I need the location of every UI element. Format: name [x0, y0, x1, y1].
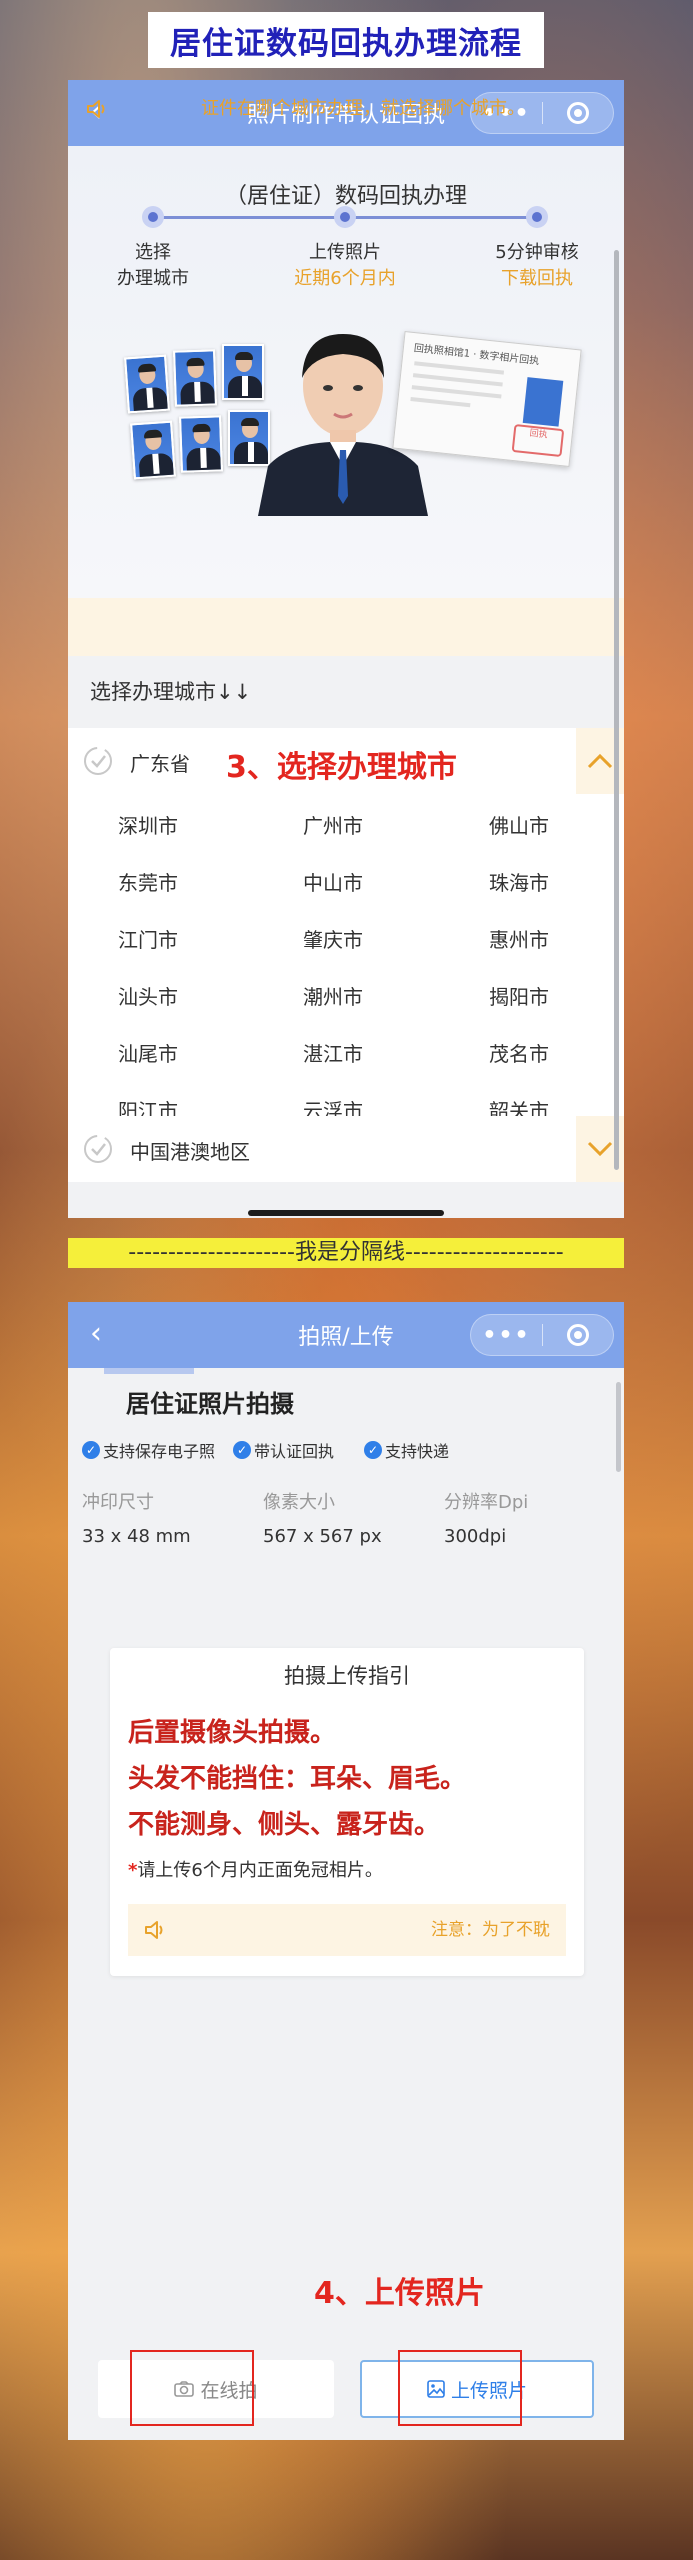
check-icon: ✓ — [233, 1441, 251, 1459]
notice-bar — [68, 598, 624, 656]
city-option[interactable]: 潮州市 — [258, 981, 408, 1010]
guide-note: *请上传6个月内正面免冠相片。 — [128, 1860, 383, 1881]
home-indicator — [248, 1210, 444, 1216]
step-1-sub: 办理城市 — [117, 268, 189, 289]
step-2-sub: 近期6个月内 — [294, 268, 396, 289]
step-dot-3 — [526, 206, 548, 228]
city-option[interactable]: 东莞市 — [73, 867, 223, 896]
city-option[interactable]: 揭阳市 — [444, 981, 594, 1010]
city-option[interactable]: 江门市 — [73, 924, 223, 953]
nav-bar: ‹ 拍照/上传 ••• — [68, 1302, 624, 1368]
check-circle-icon — [84, 1135, 112, 1163]
screen-photo-upload: ‹ 拍照/上传 ••• 居住证照片拍摄 ✓ 支持保存电子照 ✓ 带认证回执 ✓ 支持快… — [68, 1302, 624, 2440]
city-option[interactable]: 湛江市 — [258, 1038, 408, 1067]
city-option[interactable]: 深圳市 — [73, 810, 223, 839]
province-hk-macau[interactable]: 中国港澳地区 — [68, 1116, 624, 1182]
spec-value: 300dpi — [444, 1526, 507, 1547]
close-miniprogram-icon[interactable] — [543, 1324, 613, 1346]
step-1-label: 选择 — [135, 242, 171, 263]
warning-text: 注意：为了不耽 — [431, 1920, 550, 1940]
annotation-step-4: 4、上传照片 — [314, 2276, 485, 2311]
guide-line: 不能测身、侧头、露牙齿。 — [128, 1810, 441, 1840]
guide-title: 拍摄上传指引 — [284, 1664, 410, 1688]
annotation-box — [130, 2350, 254, 2426]
speaker-icon — [87, 100, 105, 118]
city-option[interactable]: 汕头市 — [73, 981, 223, 1010]
scrollbar[interactable] — [616, 1382, 621, 1472]
select-city-label: 选择办理城市↓↓ — [90, 680, 252, 704]
city-option[interactable]: 惠州市 — [444, 924, 594, 953]
back-icon[interactable]: ‹ — [90, 1319, 118, 1351]
upload-guide-panel: 拍摄上传指引 后置摄像头拍摄。 头发不能挡住：耳朵、眉毛。 不能测身、侧头、露牙… — [110, 1648, 584, 1976]
city-option[interactable]: 肇庆市 — [258, 924, 408, 953]
city-option[interactable]: 汕尾市 — [73, 1038, 223, 1067]
check-icon: ✓ — [364, 1441, 382, 1459]
city-option[interactable]: 珠海市 — [444, 867, 594, 896]
province-name: 广东省 — [130, 752, 190, 776]
receipt-card-image: 回执照相馆1 · 数字相片回执 回执 — [392, 331, 582, 467]
city-option[interactable]: 中山市 — [258, 867, 408, 896]
more-icon[interactable]: ••• — [471, 1323, 542, 1348]
step-3-sub: 下载回执 — [501, 268, 573, 289]
warning-bar: 注意：为了不耽 — [128, 1904, 566, 1956]
feature-badge: ✓ 支持保存电子照 — [82, 1438, 215, 1462]
divider: ---------------------我是分隔线--------------… — [68, 1238, 624, 1268]
annotation-box — [398, 2350, 522, 2426]
guide-line: 头发不能挡住：耳朵、眉毛。 — [128, 1764, 467, 1794]
page-title: 居住证数码回执办理流程 — [148, 12, 544, 68]
city-list-bg — [68, 794, 624, 1116]
annotation-step-3: 3、选择办理城市 — [226, 750, 457, 785]
city-option[interactable]: 佛山市 — [444, 810, 594, 839]
screen-city-selection: ‹ 照片制作带认证回执 ••• （居住证）数码回执办理 选择 办理城市 上传照片… — [68, 80, 624, 1218]
city-option[interactable]: 广州市 — [258, 810, 408, 839]
spec-value: 567 x 567 px — [263, 1526, 382, 1547]
tab-indicator — [104, 1368, 194, 1374]
step-dot-1 — [142, 206, 164, 228]
mini-program-capsule: ••• — [470, 1314, 614, 1356]
step-2-label: 上传照片 — [309, 242, 381, 263]
spec-value: 33 x 48 mm — [82, 1526, 191, 1547]
step-dot-2 — [334, 206, 356, 228]
feature-badge: ✓ 支持快递 — [364, 1438, 449, 1462]
section-title: 居住证照片拍摄 — [126, 1390, 294, 1418]
speaker-icon — [145, 1921, 163, 1939]
spec-label: 冲印尺寸 — [82, 1492, 154, 1513]
notice-text: 证件在哪个城市办理，就选择哪个城市。 — [201, 98, 525, 119]
spec-label: 像素大小 — [263, 1492, 335, 1513]
guide-line: 后置摄像头拍摄。 — [128, 1718, 337, 1748]
step-3-label: 5分钟审核 — [495, 242, 579, 263]
check-icon: ✓ — [82, 1441, 100, 1459]
spec-label: 分辨率Dpi — [444, 1492, 529, 1513]
nav-title: 拍照/上传 — [298, 1325, 394, 1350]
city-option[interactable]: 茂名市 — [444, 1038, 594, 1067]
feature-badge: ✓ 带认证回执 — [233, 1438, 334, 1462]
province-name: 中国港澳地区 — [130, 1140, 250, 1164]
scrollbar[interactable] — [614, 250, 619, 1170]
check-circle-icon — [84, 747, 112, 775]
